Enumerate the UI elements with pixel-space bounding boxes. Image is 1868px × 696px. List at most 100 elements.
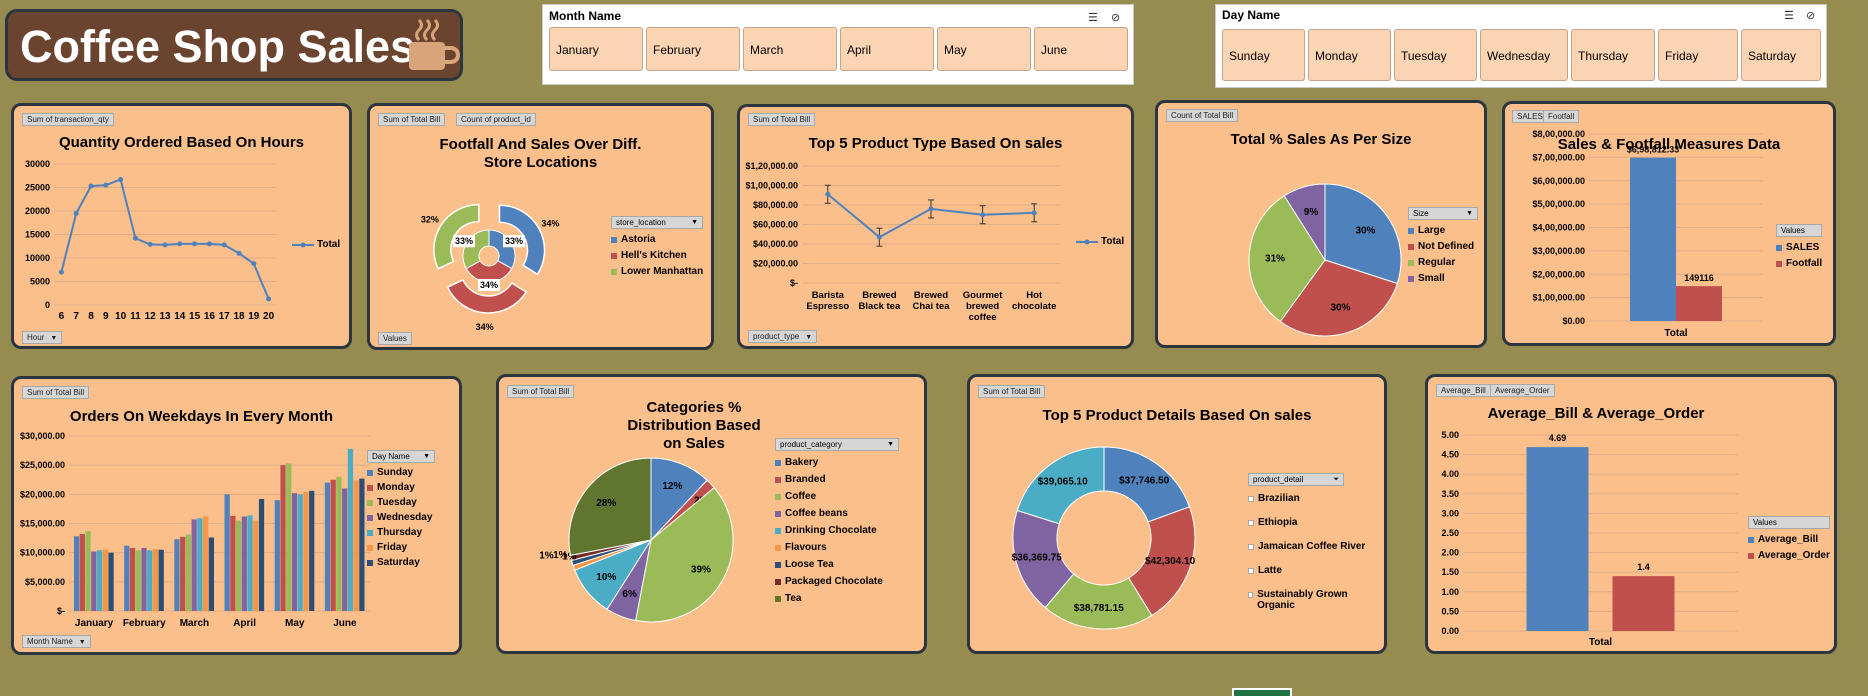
legend-header-product-detail[interactable]: product_detail ⏷ — [1248, 473, 1344, 486]
legend-item-bakery: Bakery — [775, 457, 899, 468]
legend-header-product-category[interactable]: product_category ▼ — [775, 438, 899, 451]
legend-item: Total — [1076, 236, 1124, 247]
legend-item-sunday: Sunday — [367, 467, 435, 478]
panel-categories: Sum of Total Bill Categories % Distribut… — [496, 374, 927, 654]
axis-button-hour[interactable]: Hour ▼ — [22, 331, 63, 344]
day-slicer-title: Day Name — [1222, 8, 1281, 22]
bar — [203, 516, 209, 611]
data-point — [73, 210, 79, 216]
slicer-item-january[interactable]: January — [549, 27, 643, 71]
x-tick-label: 6 — [59, 311, 65, 322]
legend-item-packaged-chocolate: Packaged Chocolate — [775, 576, 899, 587]
legend-header-day-name[interactable]: Day Name ▼ — [367, 450, 435, 463]
legend-item-footfall: Footfall — [1776, 258, 1822, 269]
y-tick-label: 10000 — [25, 253, 50, 263]
bar — [258, 499, 265, 611]
y-tick-label: $40,000.00 — [753, 239, 798, 249]
legend-item-not-defined: Not Defined — [1408, 241, 1478, 252]
bar — [353, 480, 359, 611]
y-tick-label: $- — [790, 278, 798, 288]
x-tick-label: 15 — [189, 311, 201, 322]
legend-item-flavours: Flavours — [775, 542, 899, 553]
x-tick-label: February — [123, 618, 166, 629]
month-slicer-title: Month Name — [549, 9, 621, 23]
clear-filter-icon[interactable]: ⊘ — [1111, 11, 1120, 24]
panel-product-type: Sum of Total Bill Top 5 Product Type Bas… — [737, 104, 1134, 349]
x-tick-label: 10 — [115, 311, 127, 322]
chart-product-type: $- $20,000.00 $40,000.00 $60,000.00 $80,000.… — [745, 161, 1060, 323]
slicer-item-february[interactable]: February — [646, 27, 740, 71]
data-label: $38,781.15 — [1074, 603, 1124, 614]
data-point — [147, 241, 153, 247]
legend-header-store-location[interactable]: store_location ▼ — [611, 216, 703, 229]
slicer-item-saturday[interactable]: Saturday — [1741, 29, 1821, 81]
data-point — [103, 182, 109, 188]
bar — [152, 549, 159, 611]
legend-header-values[interactable]: Values — [1776, 224, 1822, 237]
multi-select-icon[interactable]: ☰ — [1784, 9, 1794, 22]
bar — [174, 539, 180, 611]
values-button[interactable]: Values — [378, 332, 412, 345]
slicer-item-friday[interactable]: Friday — [1658, 29, 1738, 81]
data-point — [192, 241, 198, 247]
legend-product-type: Total — [1076, 231, 1124, 247]
legend-swatch — [611, 236, 617, 243]
legend-item-regular: Regular — [1408, 257, 1478, 268]
y-tick-label: $60,000.00 — [753, 220, 798, 230]
slicer-item-tuesday[interactable]: Tuesday — [1394, 29, 1477, 81]
slicer-item-monday[interactable]: Monday — [1308, 29, 1391, 81]
slicer-item-thursday[interactable]: Thursday — [1571, 29, 1655, 81]
bar — [1526, 447, 1589, 631]
bar — [180, 536, 186, 611]
slicer-item-may[interactable]: May — [937, 27, 1031, 71]
bar — [96, 550, 103, 611]
legend-swatch — [611, 268, 617, 275]
slicer-item-april[interactable]: April — [840, 27, 934, 71]
y-tick-label: 20000 — [25, 206, 50, 216]
data-point — [1031, 210, 1037, 216]
y-tick-label: 30000 — [25, 159, 50, 169]
data-point — [980, 212, 986, 218]
bar — [303, 492, 309, 611]
x-tick-label: 18 — [233, 311, 245, 322]
data-label: 1.4 — [1637, 562, 1650, 572]
x-tick-label: 16 — [204, 311, 216, 322]
data-label: 31% — [1265, 253, 1285, 264]
legend-header-size[interactable]: Size ▼ — [1408, 207, 1478, 220]
legend-item-average-bill: Average_Bill — [1748, 534, 1830, 545]
legend-item-sustainably-grown: Sustainably Grown Organic — [1248, 589, 1358, 611]
x-tick-label: Brewed Chai tea — [913, 290, 951, 312]
y-tick-label: $1,00,000.00 — [1532, 293, 1585, 303]
slicer-item-march[interactable]: March — [743, 27, 837, 71]
legend-item-astoria: Astoria — [611, 234, 703, 245]
clear-filter-icon[interactable]: ⊘ — [1806, 9, 1815, 22]
legend-item: Total — [292, 239, 340, 250]
legend-item-hells-kitchen: Hell's Kitchen — [611, 250, 703, 261]
legend-size: Size ▼ Large Not Defined Regular Small — [1408, 207, 1478, 284]
axis-button-product-type[interactable]: product_type ▼ — [748, 330, 818, 343]
coffee-cup-icon — [409, 18, 460, 70]
x-tick-label: January — [75, 618, 114, 629]
legend-item-branded: Branded — [775, 474, 899, 485]
legend-item-drinking-chocolate: Drinking Chocolate — [775, 525, 899, 536]
slicer-item-wednesday[interactable]: Wednesday — [1480, 29, 1568, 81]
x-tick-label: 11 — [130, 311, 141, 322]
data-label: 1% — [539, 551, 554, 562]
x-tick-label: 9 — [103, 311, 109, 322]
x-tick-label: Brewed Black tea — [859, 290, 901, 312]
multi-select-icon[interactable]: ☰ — [1088, 11, 1098, 24]
data-point — [251, 261, 257, 267]
legend-header-values[interactable]: Values — [1748, 516, 1830, 529]
legend-item-small: Small — [1408, 273, 1478, 284]
x-tick-label: 20 — [263, 311, 275, 322]
bar — [135, 550, 141, 611]
data-label: 12% — [662, 481, 682, 492]
y-tick-label: $20,000.00 — [753, 259, 798, 269]
slicer-item-sunday[interactable]: Sunday — [1222, 29, 1305, 81]
axis-button-month-name[interactable]: Month Name ▼ — [22, 635, 91, 648]
legend-footfall: store_location ▼ Astoria Hell's Kitchen L… — [611, 216, 703, 277]
data-point — [876, 234, 882, 240]
slicer-item-june[interactable]: June — [1034, 27, 1128, 71]
data-label: 32% — [421, 214, 439, 224]
bar — [286, 463, 292, 611]
